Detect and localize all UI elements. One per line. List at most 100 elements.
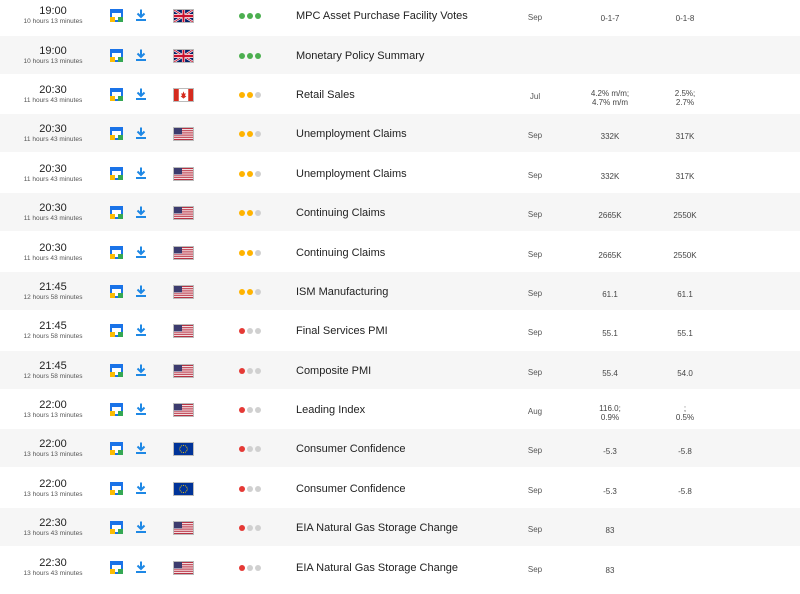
- event-time: 22:30 13 hours 43 minutes: [8, 517, 98, 538]
- calendar-row: 20:30 11 hours 43 minutes Unemployment C…: [0, 154, 800, 192]
- actual-line: 83: [605, 526, 615, 535]
- consensus-line: 317K: [675, 132, 695, 141]
- impact-indicator: [239, 250, 263, 256]
- download-icon[interactable]: [135, 403, 147, 415]
- event-time: 22:00 13 hours 13 minutes: [8, 399, 98, 420]
- calendar-row: 20:30 11 hours 43 minutes Continuing Cla…: [0, 193, 800, 231]
- download-icon[interactable]: [135, 127, 147, 139]
- impact-dot: [239, 210, 245, 216]
- consensus-line: ;: [683, 404, 687, 413]
- event-title[interactable]: MPC Asset Purchase Facility Votes: [296, 10, 468, 22]
- event-time-relative: 10 hours 13 minutes: [23, 58, 83, 65]
- actual-line: 2665K: [598, 251, 622, 260]
- event-time-value: 21:45: [39, 320, 67, 332]
- event-time-value: 22:30: [39, 517, 67, 529]
- event-title[interactable]: Composite PMI: [296, 365, 371, 377]
- country-flag-icon: [173, 521, 194, 535]
- download-icon[interactable]: [135, 167, 147, 179]
- download-icon[interactable]: [135, 482, 147, 494]
- calendar-row: 22:00 13 hours 13 minutes Consumer Confi…: [0, 469, 800, 507]
- download-icon[interactable]: [135, 442, 147, 454]
- impact-dot: [247, 368, 253, 374]
- google-calendar-icon[interactable]: [110, 521, 123, 534]
- impact-dot: [239, 13, 245, 19]
- event-time: 20:30 11 hours 43 minutes: [8, 242, 98, 263]
- impact-dot: [255, 92, 261, 98]
- google-calendar-icon[interactable]: [110, 442, 123, 455]
- google-calendar-icon[interactable]: [110, 88, 123, 101]
- event-title[interactable]: Leading Index: [296, 404, 365, 416]
- impact-dot: [239, 171, 245, 177]
- google-calendar-icon[interactable]: [110, 482, 123, 495]
- impact-dot: [255, 171, 261, 177]
- country-flag-icon: [173, 167, 194, 181]
- download-icon[interactable]: [135, 246, 147, 258]
- impact-indicator: [239, 13, 263, 19]
- download-icon[interactable]: [135, 9, 147, 21]
- consensus-line: 0-1-8: [675, 14, 695, 23]
- impact-indicator: [239, 131, 263, 137]
- event-consensus: 2550K: [645, 211, 725, 220]
- country-flag-icon: [173, 9, 194, 23]
- impact-dot: [247, 446, 253, 452]
- calendar-row: 22:30 13 hours 43 minutes EIA Natural Ga…: [0, 548, 800, 586]
- download-icon[interactable]: [135, 88, 147, 100]
- consensus-line: -5.8: [678, 447, 692, 456]
- download-icon[interactable]: [135, 206, 147, 218]
- event-time: 19:00 10 hours 13 minutes: [8, 5, 98, 26]
- event-consensus: 317K: [645, 132, 725, 141]
- impact-dot: [255, 446, 261, 452]
- download-icon[interactable]: [135, 324, 147, 336]
- google-calendar-icon[interactable]: [110, 127, 123, 140]
- consensus-line: 2.5%;: [674, 89, 696, 98]
- actual-line: 4.2% m/m;: [590, 89, 630, 98]
- event-consensus: 61.1: [645, 290, 725, 299]
- country-flag-icon: [173, 364, 194, 378]
- actual-line: 4.7% m/m: [591, 98, 628, 107]
- event-title[interactable]: Unemployment Claims: [296, 128, 407, 140]
- event-title[interactable]: Monetary Policy Summary: [296, 50, 424, 62]
- impact-dot: [255, 525, 261, 531]
- event-time-value: 20:30: [39, 163, 67, 175]
- event-time-relative: 12 hours 58 minutes: [23, 333, 83, 340]
- download-icon[interactable]: [135, 521, 147, 533]
- event-title[interactable]: Continuing Claims: [296, 247, 385, 259]
- google-calendar-icon[interactable]: [110, 167, 123, 180]
- google-calendar-icon[interactable]: [110, 49, 123, 62]
- google-calendar-icon[interactable]: [110, 403, 123, 416]
- google-calendar-icon[interactable]: [110, 246, 123, 259]
- event-time-relative: 11 hours 43 minutes: [23, 255, 83, 262]
- impact-indicator: [239, 486, 263, 492]
- download-icon[interactable]: [135, 285, 147, 297]
- google-calendar-icon[interactable]: [110, 9, 123, 22]
- event-consensus: -5.8: [645, 487, 725, 496]
- event-title[interactable]: Unemployment Claims: [296, 168, 407, 180]
- google-calendar-icon[interactable]: [110, 364, 123, 377]
- event-title[interactable]: Consumer Confidence: [296, 443, 405, 455]
- event-actual: 332K: [570, 132, 650, 141]
- google-calendar-icon[interactable]: [110, 206, 123, 219]
- download-icon[interactable]: [135, 364, 147, 376]
- event-title[interactable]: EIA Natural Gas Storage Change: [296, 522, 458, 534]
- download-icon[interactable]: [135, 49, 147, 61]
- event-time-relative: 13 hours 43 minutes: [23, 530, 83, 537]
- event-title[interactable]: EIA Natural Gas Storage Change: [296, 562, 458, 574]
- event-title[interactable]: Continuing Claims: [296, 207, 385, 219]
- event-title[interactable]: ISM Manufacturing: [296, 286, 388, 298]
- download-icon[interactable]: [135, 561, 147, 573]
- impact-dot: [247, 486, 253, 492]
- google-calendar-icon[interactable]: [110, 285, 123, 298]
- impact-dot: [239, 446, 245, 452]
- google-calendar-icon[interactable]: [110, 561, 123, 574]
- event-period: Sep: [527, 525, 543, 534]
- event-period: Sep: [527, 131, 543, 140]
- event-period: Sep: [527, 368, 543, 377]
- country-flag-icon: [173, 127, 194, 141]
- event-title[interactable]: Retail Sales: [296, 89, 355, 101]
- event-title[interactable]: Final Services PMI: [296, 325, 388, 337]
- event-title[interactable]: Consumer Confidence: [296, 483, 405, 495]
- event-consensus: ; 0.5%: [645, 404, 725, 422]
- impact-dot: [255, 328, 261, 334]
- impact-dot: [247, 525, 253, 531]
- google-calendar-icon[interactable]: [110, 324, 123, 337]
